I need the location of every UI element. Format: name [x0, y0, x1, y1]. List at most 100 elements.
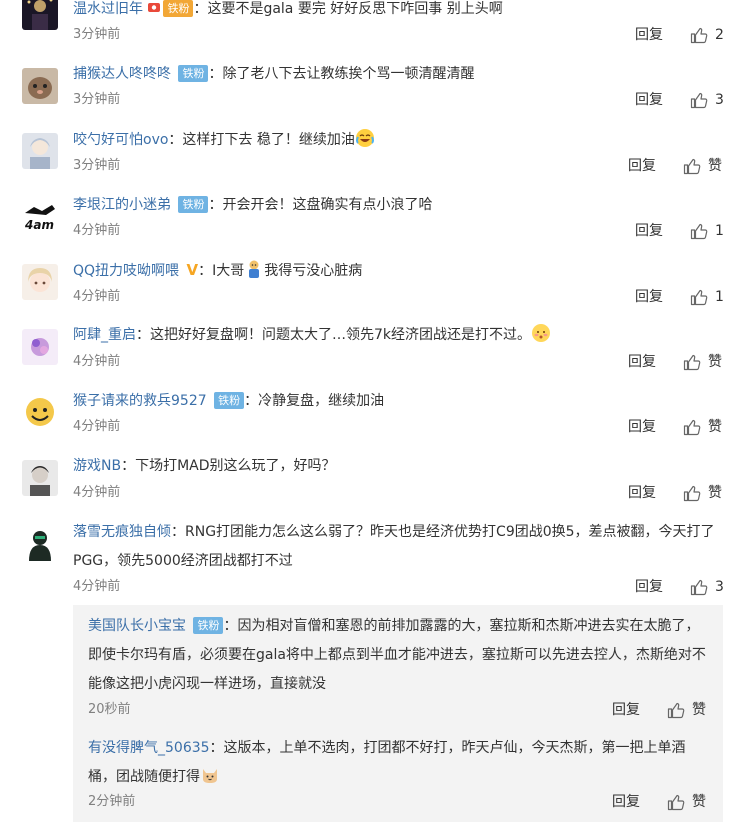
- thumbs-up-icon: [690, 579, 708, 596]
- reply-meta: 2分钟前 回复 赞: [88, 792, 708, 812]
- avatar[interactable]: [22, 133, 58, 169]
- avatar-image: [22, 525, 58, 561]
- username[interactable]: 阿肆_重启: [73, 327, 136, 343]
- like-button[interactable]: 赞: [683, 417, 722, 437]
- reply-button[interactable]: 回复: [628, 352, 656, 372]
- username[interactable]: 捕猴达人咚咚咚: [73, 66, 171, 82]
- username[interactable]: 温水过旧年: [73, 1, 143, 17]
- comment-meta: 4分钟前 回复 赞: [73, 483, 725, 503]
- reply-button[interactable]: 回复: [628, 156, 656, 176]
- like-button[interactable]: 赞: [667, 700, 706, 720]
- username[interactable]: 落雪无痕独自倾: [73, 524, 171, 540]
- like-label: 赞: [708, 354, 722, 370]
- timestamp: 4分钟前: [73, 289, 121, 304]
- thumbs-up-icon: [690, 223, 708, 240]
- comment-text: 除了老八下去让教练挨个骂一顿清醒清醒: [222, 66, 475, 82]
- avatar-image: [22, 394, 58, 430]
- like-button[interactable]: 赞: [683, 352, 722, 372]
- laughing-cry-emoji: [355, 128, 375, 148]
- fan-badge: 铁粉: [163, 0, 194, 17]
- comment-meta: 4分钟前 回复 赞: [73, 417, 725, 437]
- avatar[interactable]: 4am: [22, 199, 58, 235]
- cat-emoji: [200, 765, 220, 785]
- fan-badge: 铁粉: [178, 196, 209, 213]
- like-count: 1: [715, 289, 724, 305]
- like-label: 赞: [708, 419, 722, 435]
- reply-thread: 美国队长小宝宝 铁粉 ：因为相对盲僧和塞恩的前排加露露的大，塞拉斯和杰斯冲进去实在…: [73, 605, 723, 822]
- reply-button[interactable]: 回复: [612, 700, 640, 720]
- like-button[interactable]: 赞: [683, 156, 722, 176]
- fan-badge: 铁粉: [214, 392, 245, 409]
- comment-meta: 4分钟前 回复 3: [73, 577, 725, 597]
- timestamp: 4分钟前: [73, 485, 121, 500]
- comment-line: 猴子请来的救兵9527 铁粉 ：冷静复盘，继续加油: [73, 392, 385, 409]
- svg-text:4am: 4am: [24, 218, 54, 232]
- avatar-image: 4am: [22, 199, 58, 235]
- avatar[interactable]: [22, 329, 58, 365]
- comment-text: 这要不是gala 要完 好好反思下咋回事 别上头啊: [207, 1, 503, 17]
- comment-meta: 4分钟前 回复 1: [73, 287, 725, 307]
- timestamp: 4分钟前: [73, 223, 121, 238]
- avatar[interactable]: [22, 264, 58, 300]
- thumbs-up-icon: [690, 27, 708, 44]
- username[interactable]: 美国队长小宝宝: [88, 618, 186, 634]
- like-button[interactable]: 赞: [683, 483, 722, 503]
- blush-emoji: [531, 323, 551, 343]
- comment-meta: 4分钟前 回复 赞: [73, 352, 725, 372]
- avatar[interactable]: [22, 525, 58, 561]
- like-label: 赞: [708, 158, 722, 174]
- username[interactable]: 李垠江的小迷弟: [73, 197, 171, 213]
- reply-button[interactable]: 回复: [635, 287, 663, 307]
- reply-button[interactable]: 回复: [635, 577, 663, 597]
- comment-line: 捕猴达人咚咚咚 铁粉 ：除了老八下去让教练挨个骂一顿清醒清醒: [73, 65, 475, 82]
- comment-line: 阿肆_重启：这把好好复盘啊！问题太大了…领先7k经济团战还是打不过。: [73, 322, 725, 348]
- reply-button[interactable]: 回复: [612, 792, 640, 812]
- like-button[interactable]: 1: [690, 221, 724, 241]
- comment-line: 落雪无痕独自倾：RNG打团能力怎么这么弱了？昨天也是经济优势打C9团战0换5，差…: [73, 524, 715, 569]
- reply-button[interactable]: 回复: [635, 221, 663, 241]
- comment-line: 咬勺好可怕ovo：这样打下去 稳了！继续加油: [73, 127, 725, 153]
- like-button[interactable]: 3: [690, 577, 724, 597]
- like-count: 2: [715, 27, 724, 43]
- comment-line: QQ扭力吱呦啊喂 V：I大哥 我得亏没心脏病: [73, 257, 725, 284]
- username[interactable]: 有没得脾气_50635: [88, 740, 210, 756]
- like-button[interactable]: 1: [690, 287, 724, 307]
- thumbs-up-icon: [690, 289, 708, 306]
- fan-badge: 铁粉: [178, 65, 209, 82]
- like-count: 3: [715, 579, 724, 595]
- like-button[interactable]: 3: [690, 90, 724, 110]
- like-label: 赞: [708, 485, 722, 501]
- like-button[interactable]: 赞: [667, 792, 706, 812]
- like-label: 赞: [692, 794, 706, 810]
- username[interactable]: QQ扭力吱呦啊喂: [73, 263, 179, 279]
- avatar[interactable]: [22, 68, 58, 104]
- thumbs-up-icon: [667, 702, 685, 719]
- comment-line: 温水过旧年 铁粉 ：这要不是gala 要完 好好反思下咋回事 别上头啊: [73, 0, 725, 22]
- thumbs-up-icon: [683, 485, 701, 502]
- avatar[interactable]: [22, 0, 58, 30]
- avatar[interactable]: [22, 460, 58, 496]
- comment-text: 这把好好复盘啊！问题太大了…领先7k经济团战还是打不过。: [150, 327, 532, 343]
- username[interactable]: 猴子请来的救兵9527: [73, 393, 207, 409]
- timestamp: 3分钟前: [73, 158, 121, 173]
- thumbs-up-icon: [683, 419, 701, 436]
- avatar-image: [22, 68, 58, 104]
- doge-figure-emoji: [244, 259, 264, 279]
- thumbs-up-icon: [683, 354, 701, 371]
- timestamp: 20秒前: [88, 702, 131, 717]
- avatar-image: [22, 460, 58, 496]
- like-button[interactable]: 2: [690, 25, 724, 45]
- reply-button[interactable]: 回复: [635, 90, 663, 110]
- comment-line: 游戏NB：下场打MAD别这么玩了，好吗？: [73, 458, 336, 474]
- username[interactable]: 游戏NB: [73, 458, 121, 474]
- reply-button[interactable]: 回复: [628, 483, 656, 503]
- avatar[interactable]: [22, 394, 58, 430]
- avatar-image: [22, 0, 58, 30]
- reply-button[interactable]: 回复: [635, 25, 663, 45]
- reply-button[interactable]: 回复: [628, 417, 656, 437]
- crown-emoji: [147, 0, 161, 12]
- comment-text: 冷静复盘，继续加油: [258, 393, 385, 409]
- timestamp: 2分钟前: [88, 794, 136, 809]
- username[interactable]: 咬勺好可怕ovo: [73, 132, 168, 148]
- timestamp: 3分钟前: [73, 92, 121, 107]
